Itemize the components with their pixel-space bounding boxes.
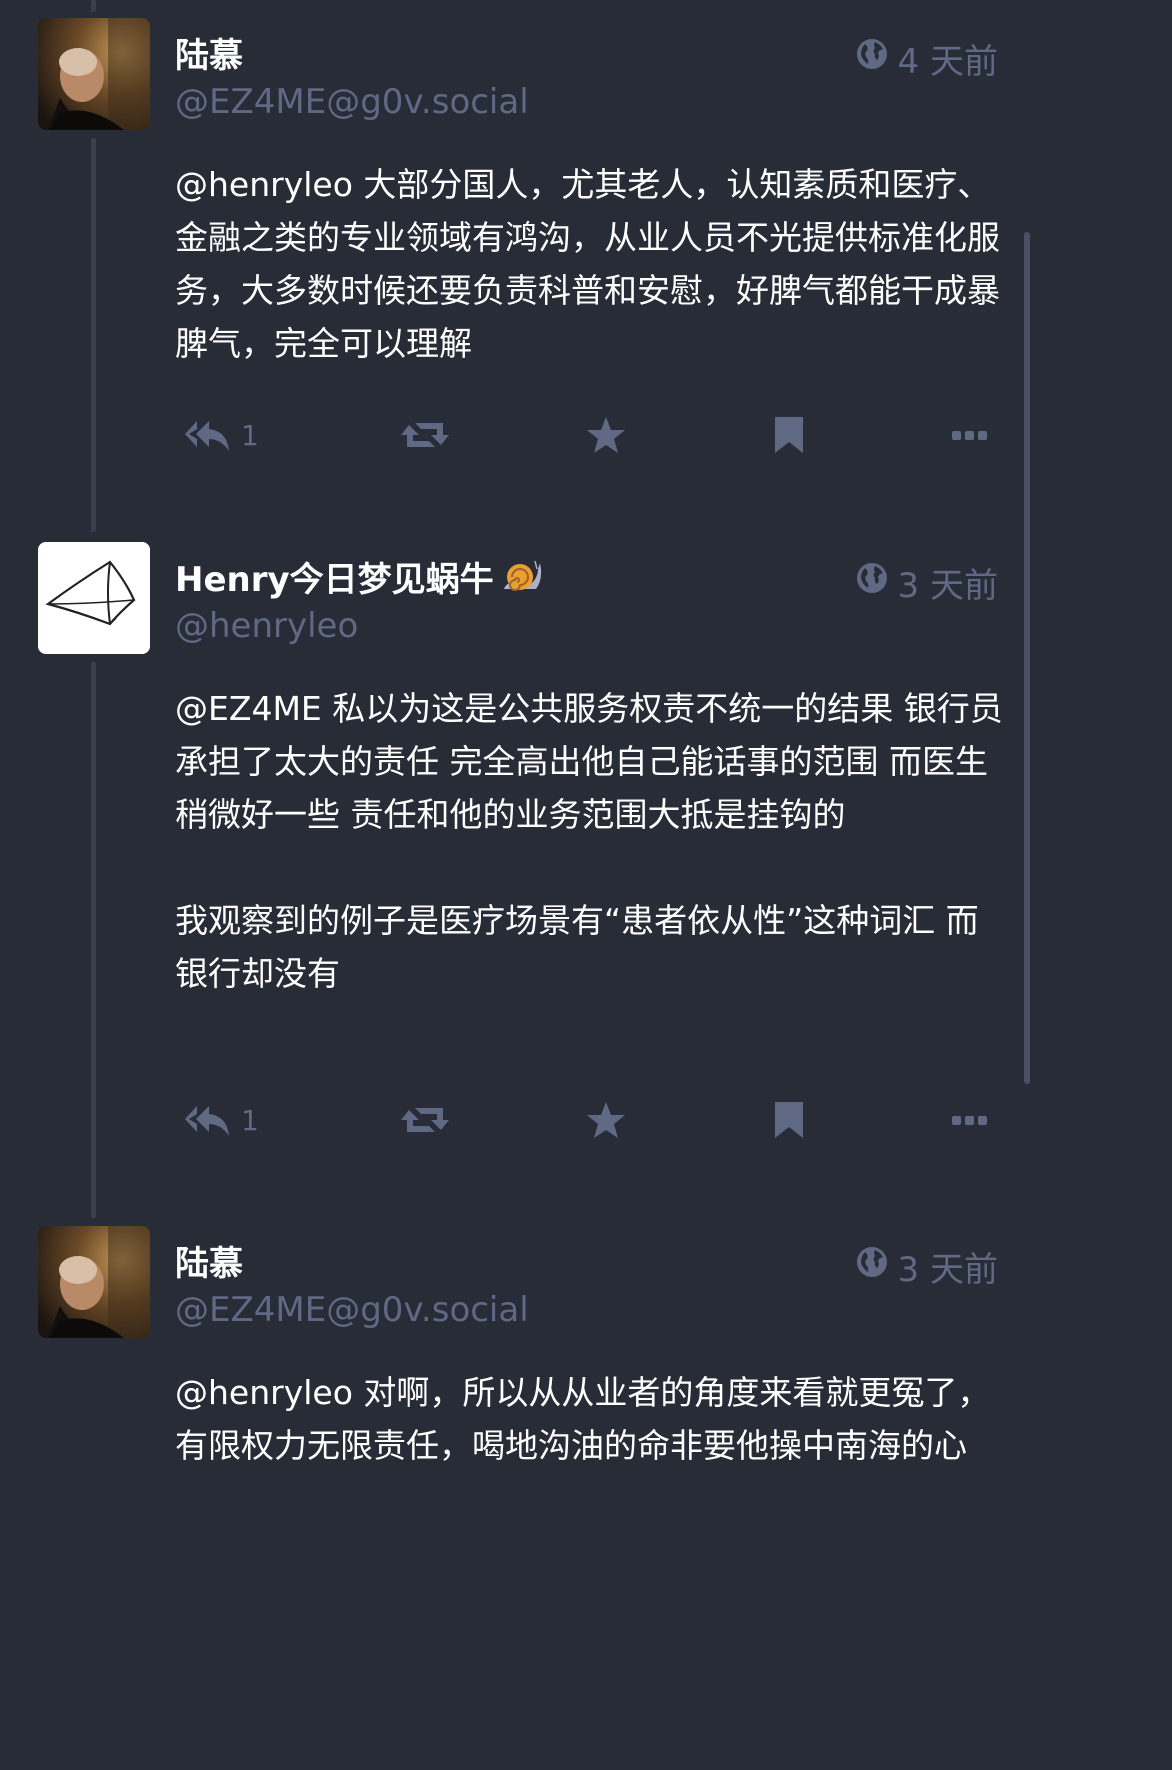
boost-button[interactable]: [399, 405, 451, 465]
favourite-button[interactable]: [585, 1090, 627, 1150]
star-icon: [585, 1100, 627, 1140]
status-paragraph: @henryleo 对啊，所以从从业者的角度来看就更冤了，有限权力无限责任，喝地…: [175, 1373, 991, 1465]
bookmark-button[interactable]: [771, 1090, 807, 1150]
scrollbar[interactable]: [1024, 232, 1030, 1084]
relative-time: 4 天前: [897, 42, 998, 82]
avatar[interactable]: [38, 18, 150, 130]
status-content: @henryleo 大部分国人，尤其老人，认知素质和医疗、金融之类的专业领域有鸿…: [175, 158, 1005, 370]
reply-button[interactable]: 1: [183, 1090, 259, 1150]
ellipsis-icon: [950, 415, 990, 455]
star-icon: [585, 415, 627, 455]
retweet-icon: [399, 415, 451, 455]
status-paragraph: 我观察到的例子是医疗场景有“患者依从性”这种词汇 而银行却没有: [175, 901, 979, 993]
status-paragraph: @EZ4ME 私以为这是公共服务权责不统一的结果 银行员承担了太大的责任 完全高…: [175, 689, 1003, 834]
reply-all-icon: [183, 415, 231, 455]
avatar[interactable]: [38, 1226, 150, 1338]
favourite-button[interactable]: [585, 405, 627, 465]
timeline: 陆慕 @EZ4ME@g0v.social 4 天前 @henryleo 大部分国…: [0, 0, 1038, 1568]
display-name-text: Henry今日梦见蜗牛: [175, 560, 494, 600]
display-name[interactable]: 陆慕: [175, 28, 243, 77]
snail-icon: [502, 559, 542, 604]
thread-line: [91, 0, 96, 12]
status-timestamp[interactable]: 3 天前: [856, 558, 998, 607]
bookmark-icon: [771, 415, 807, 455]
status-content: @henryleo 对啊，所以从从业者的角度来看就更冤了，有限权力无限责任，喝地…: [175, 1366, 1005, 1472]
status-timestamp[interactable]: 3 天前: [856, 1242, 998, 1291]
avatar[interactable]: [38, 542, 150, 654]
bookmark-icon: [771, 1100, 807, 1140]
bookmark-button[interactable]: [771, 405, 807, 465]
reply-button[interactable]: 1: [183, 405, 259, 465]
globe-icon: [856, 38, 888, 79]
more-button[interactable]: [950, 1090, 990, 1150]
account-handle[interactable]: @EZ4ME@g0v.social: [175, 82, 529, 122]
account-handle[interactable]: @henryleo: [175, 606, 358, 646]
status-content: @EZ4ME 私以为这是公共服务权责不统一的结果 银行员承担了太大的责任 完全高…: [175, 682, 1005, 1000]
status-timestamp[interactable]: 4 天前: [856, 34, 998, 83]
ellipsis-icon: [950, 1100, 990, 1140]
retweet-icon: [399, 1100, 451, 1140]
status-action-bar: 1: [0, 405, 1038, 465]
reply-all-icon: [183, 1100, 231, 1140]
relative-time: 3 天前: [897, 566, 998, 606]
reply-count: 1: [241, 1103, 259, 1137]
more-button[interactable]: [950, 405, 990, 465]
globe-icon: [856, 1246, 888, 1287]
relative-time: 3 天前: [897, 1250, 998, 1290]
reply-count: 1: [241, 418, 259, 452]
thread-line: [91, 138, 96, 532]
globe-icon: [856, 562, 888, 603]
account-handle[interactable]: @EZ4ME@g0v.social: [175, 1290, 529, 1330]
boost-button[interactable]: [399, 1090, 451, 1150]
display-name[interactable]: 陆慕: [175, 1236, 243, 1285]
status-paragraph: @henryleo 大部分国人，尤其老人，认知素质和医疗、金融之类的专业领域有鸿…: [175, 165, 1000, 363]
status-action-bar: 1: [0, 1090, 1038, 1150]
display-name[interactable]: Henry今日梦见蜗牛: [175, 552, 542, 604]
